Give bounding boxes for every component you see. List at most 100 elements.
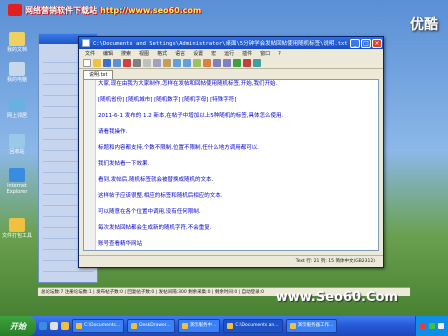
- taskbar-item-active[interactable]: C:\Documents an...: [223, 319, 283, 333]
- taskbar-item-label: DeskDrawer...: [139, 323, 171, 328]
- text-line: 可以随意在各个位置中调用,没有任何限制.: [98, 209, 201, 215]
- menu-window[interactable]: 窗口: [260, 50, 270, 57]
- watermark-text: 网络营销软件下载站: [25, 5, 97, 15]
- desktop-icon-ie[interactable]: Internet Explorer: [2, 168, 32, 195]
- new-file-icon[interactable]: [83, 59, 91, 67]
- line-number-gutter: [84, 80, 96, 250]
- menu-settings[interactable]: 设置: [193, 50, 203, 57]
- menu-help[interactable]: ?: [278, 51, 281, 57]
- taskbar-item[interactable]: DeskDrawer...: [127, 319, 175, 333]
- editor-titlebar[interactable]: C:\Documents and Settings\Administrator\…: [79, 37, 383, 49]
- text-line: 请看我操作.: [98, 129, 128, 135]
- desktop-icon-label: Internet Explorer: [6, 183, 28, 195]
- menu-run[interactable]: 运行: [224, 50, 234, 57]
- undo-icon[interactable]: [173, 59, 181, 67]
- editor-toolbar: [79, 58, 383, 69]
- play-macro-icon[interactable]: [253, 59, 261, 67]
- taskbar-item-label: C:\Documents...: [84, 323, 121, 328]
- tab-readme[interactable]: 说明.txt: [83, 70, 114, 79]
- taskbar-item-label: C:\Documents an...: [235, 323, 279, 328]
- desktop-icon-network[interactable]: 网上邻居: [2, 98, 32, 119]
- taskbar: 开始 C:\Documents... DeskDrawer... 演示服务中..…: [0, 316, 448, 336]
- menu-search[interactable]: 搜索: [121, 50, 131, 57]
- menu-macro[interactable]: 宏: [211, 50, 216, 57]
- desktop-icon-label: 文件打包工具: [2, 233, 33, 239]
- watermark-logo-icon: [8, 4, 22, 16]
- text-line: 标题和内容都支持,个数不限制,位置不限制,任什么地方调用都可以.: [98, 145, 259, 151]
- maximize-button[interactable]: □: [361, 38, 371, 48]
- paste-icon[interactable]: [163, 59, 171, 67]
- menu-language[interactable]: 语言: [175, 50, 185, 57]
- text-line: 大家,现在由我为大家制作,怎样在发帖和回帖使用随机标签,开始,我们开始.: [98, 81, 278, 87]
- tray-network-icon[interactable]: [429, 323, 435, 329]
- editor-status-text: Text 行: 21 列: 15 简体中文(GB2312): [295, 259, 375, 264]
- desktop-icon-label: 回收站: [9, 149, 25, 155]
- text-editor-area[interactable]: 大家,现在由我为大家制作,怎样在发帖和回帖使用随机标签,开始,我们开始. [随机…: [83, 79, 379, 251]
- text-line: 账号查看精华网站: [98, 241, 143, 247]
- stop-macro-icon[interactable]: [243, 59, 251, 67]
- network-icon: [9, 98, 25, 112]
- brand-watermark: 优酷: [410, 17, 438, 33]
- editor-statusbar: Text 行: 21 列: 15 简体中文(GB2312): [79, 255, 383, 265]
- start-button[interactable]: 开始: [0, 316, 36, 336]
- explorer-quicklaunch-icon[interactable]: [61, 322, 69, 330]
- text-line: 2011-6-1 发布的 1.2 新本,在帖子中增加以上5种随机的标签,具体怎么…: [98, 113, 284, 119]
- volume-icon[interactable]: [438, 323, 444, 329]
- editor-title: C:\Documents and Settings\Administrator\…: [93, 41, 348, 47]
- watermark-url-top: http://www.seo60.com: [100, 5, 202, 15]
- desktop-icon-my-documents[interactable]: 我的文档: [2, 32, 32, 53]
- menu-format[interactable]: 格式: [157, 50, 167, 57]
- find-icon[interactable]: [193, 59, 201, 67]
- text-line: [随机省份] [随机城市] [随机数字] [随机字母] [特殊字符]: [98, 97, 237, 103]
- folder-icon: [76, 323, 82, 329]
- save-icon[interactable]: [103, 59, 111, 67]
- copy-icon[interactable]: [153, 59, 161, 67]
- replace-icon[interactable]: [203, 59, 211, 67]
- redo-icon[interactable]: [183, 59, 191, 67]
- text-line: 我们发帖看一下效果.: [98, 161, 150, 167]
- menu-view[interactable]: 视图: [139, 50, 149, 57]
- editor-tabs: 说明.txt: [83, 70, 114, 79]
- record-macro-icon[interactable]: [233, 59, 241, 67]
- taskbar-item[interactable]: 演示服务器工作...: [285, 319, 338, 333]
- text-line: 这样帖子应该很整,相应的标签和随机后相应的文本.: [98, 193, 223, 199]
- menu-file[interactable]: 文件: [85, 50, 95, 57]
- watermark-url: www.Seo60.Com: [275, 290, 398, 305]
- save-all-icon[interactable]: [113, 59, 121, 67]
- minimize-button[interactable]: _: [350, 38, 360, 48]
- app-icon: [181, 323, 188, 329]
- editor-window[interactable]: C:\Documents and Settings\Administrator\…: [78, 36, 384, 268]
- taskbar-item[interactable]: 演示服务中...: [177, 319, 221, 333]
- taskbar-item[interactable]: C:\Documents...: [72, 319, 125, 333]
- computer-icon: [9, 62, 25, 76]
- cut-icon[interactable]: [143, 59, 151, 67]
- recycle-bin-icon: [9, 134, 25, 148]
- ie-quicklaunch-icon[interactable]: [39, 322, 47, 330]
- open-file-icon[interactable]: [93, 59, 101, 67]
- menu-edit[interactable]: 编辑: [103, 50, 113, 57]
- zoom-out-icon[interactable]: [223, 59, 231, 67]
- notepad-icon: [227, 323, 234, 329]
- show-desktop-icon[interactable]: [50, 322, 58, 330]
- watermark-banner: 网络营销软件下载站 http://www.seo60.com: [8, 2, 238, 18]
- editor-menubar: 文件 编辑 搜索 视图 格式 语言 设置 宏 运行 插件 窗口 ?: [79, 49, 383, 58]
- tray-app-icon[interactable]: [420, 323, 426, 329]
- print-icon[interactable]: [133, 59, 141, 67]
- zoom-in-icon[interactable]: [213, 59, 221, 67]
- desktop-icon-packer[interactable]: 文件打包工具: [2, 218, 32, 239]
- close-file-icon[interactable]: [123, 59, 131, 67]
- close-button[interactable]: ×: [372, 38, 382, 48]
- app-icon: [289, 323, 296, 329]
- text-line: 看到,发帖后,随机标签就会被替换成随机的文本.: [98, 177, 214, 183]
- folder-icon: [9, 32, 25, 46]
- desktop-icon-label: 我的文档: [6, 47, 27, 53]
- taskbar-item-label: 演示服务中...: [189, 323, 217, 328]
- notepad-icon: [82, 39, 90, 47]
- desktop-icon-recycle-bin[interactable]: 回收站: [2, 134, 32, 155]
- folder-icon: [9, 218, 25, 232]
- taskbar-item-label: 演示服务器工作...: [297, 323, 334, 328]
- desktop-icon-label: 我的电脑: [6, 77, 27, 83]
- desktop-icon-my-computer[interactable]: 我的电脑: [2, 62, 32, 83]
- system-tray: [415, 316, 448, 336]
- menu-plugins[interactable]: 插件: [242, 50, 252, 57]
